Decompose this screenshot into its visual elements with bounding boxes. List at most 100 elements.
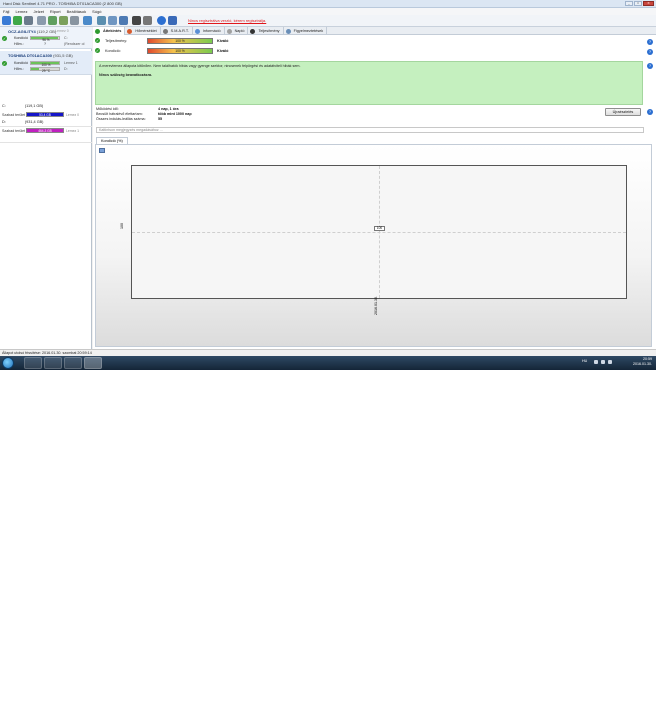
help-icon[interactable]: ? (647, 39, 653, 45)
menu-file[interactable]: Fájl (3, 8, 9, 15)
performance-status: Kiváló (217, 39, 229, 43)
volume-header: C: (119,1 GB) (2, 104, 44, 108)
tray-icon[interactable] (594, 360, 598, 364)
tab-temperature[interactable]: Hőmérséklet (125, 27, 161, 35)
title-bar[interactable]: Hard Disk Sentinel 4.71 PRO - TOSHIBA DT… (0, 0, 656, 8)
free-space-bar: 53,4 GB (26, 112, 64, 117)
smart-icon (162, 28, 168, 34)
maximize-button[interactable]: □ (634, 1, 642, 6)
condition-label: Kondíció: (105, 49, 121, 53)
status-note: A merevlemez állapota kitűnően. Nem talá… (95, 61, 643, 105)
tray-icon[interactable] (601, 360, 605, 364)
minimize-button[interactable]: _ (625, 1, 633, 6)
help-icon[interactable]: ? (647, 49, 653, 55)
free-space-bar: 464,3 GB (26, 128, 64, 133)
comment-field[interactable]: Kattintson megjegyzés megadásához ... (96, 127, 644, 133)
tab-information[interactable]: Információ (193, 27, 225, 35)
language-indicator[interactable]: HU (582, 359, 587, 363)
transfer-icon[interactable] (119, 16, 128, 25)
volume-header: D: (931,4 GB) (2, 120, 44, 124)
tab-condition-chart[interactable]: Kondíció (%) (96, 137, 128, 144)
check-icon: ✓ (2, 36, 7, 41)
log-icon (226, 28, 232, 34)
grid-line (379, 166, 380, 298)
refresh-button[interactable]: Újraészlelés (605, 108, 641, 116)
free-space-label: Szabad terület (2, 129, 26, 133)
condition-bar: 100 % (147, 48, 213, 54)
disk-stats: Működési idő: 4 nap, 1 óra Becsült hátra… (96, 107, 656, 127)
start-button[interactable] (2, 357, 14, 369)
check-icon: ✓ (2, 61, 7, 66)
dashboard-icon[interactable] (132, 16, 141, 25)
refresh-icon[interactable] (2, 16, 11, 25)
disk-entry-ocz[interactable]: OCZ-AGILITY4 (119,2 GB) Lemez 0 ✓ Kondíc… (0, 27, 92, 49)
tab-bar: Áttekintés Hőmérséklet S.M.A.R.T. Inform… (93, 27, 656, 35)
menu-report-flag[interactable]: Jelzet (33, 8, 43, 15)
status-note-action: Nincs szükség beavatkozásra. (99, 73, 153, 77)
disk-entry-toshiba[interactable]: TOSHIBA DT01ACA300 (931,5 GB) ✓ Kondíció… (0, 51, 92, 75)
temperature-bar: 29 °C (30, 67, 60, 73)
menu-report[interactable]: Riport (50, 8, 61, 15)
status-bar: Állapot utolsó frissítése: 2016.01.30. s… (0, 349, 656, 356)
mail-icon[interactable] (108, 16, 117, 25)
menu-help[interactable]: Súgó (92, 8, 101, 15)
y-tick-label: 100 (120, 223, 124, 229)
volume-disk: Lemez 1 (66, 129, 80, 133)
surface-icon[interactable] (59, 16, 68, 25)
explorer-icon[interactable] (24, 357, 42, 369)
condition-label: Kondíció (14, 36, 28, 40)
help-icon[interactable]: ? (647, 109, 653, 115)
info-icon[interactable] (70, 16, 79, 25)
condition-bar: 96 % (30, 36, 60, 42)
system-volume-note: (Rendszer ol (64, 42, 85, 46)
monitor-icon[interactable] (24, 16, 33, 25)
disk-title: TOSHIBA DT01ACA300 (931,5 GB) (8, 53, 73, 58)
performance-label: Teljesítmény: (105, 39, 128, 43)
status-text: Állapot utolsó frissítése: 2016.01.30. s… (2, 351, 92, 355)
taskbar: HU 20:59 2016.01.30. (0, 356, 656, 370)
tab-log[interactable]: Napló (225, 27, 249, 35)
volume-icon[interactable] (608, 360, 612, 364)
menu-disk[interactable]: Lemez (15, 8, 27, 15)
disk-title: OCZ-AGILITY4 (119,2 GB) (8, 29, 57, 34)
condition-status: Kiváló (217, 49, 229, 53)
condition-row: ✓ Kondíció: 100 % Kiváló (95, 47, 643, 56)
registration-warning[interactable]: Nincs regisztrálva verzió, kérem regiszt… (188, 18, 266, 23)
disk-icon[interactable] (37, 16, 46, 25)
tab-overview[interactable]: Áttekintés (93, 27, 126, 35)
menu-settings[interactable]: Beállítások (67, 8, 87, 15)
volume-letter: C: (64, 36, 68, 40)
about-icon[interactable] (168, 16, 177, 25)
menu-bar: Fájl Lemez Jelzet Riport Beállítások Súg… (0, 8, 656, 15)
help-icon[interactable] (157, 16, 166, 25)
chrome-icon[interactable] (44, 357, 62, 369)
test-icon[interactable] (48, 16, 57, 25)
stat-value: 55 (158, 117, 163, 121)
tab-smart[interactable]: S.M.A.R.T. (161, 27, 193, 35)
information-icon (194, 28, 200, 34)
help-icon[interactable]: ? (647, 63, 653, 69)
tab-alerts[interactable]: Figyelmeztetések (284, 27, 328, 35)
close-button[interactable]: ✕ (643, 1, 654, 6)
volume-disk: Lemez 0 (66, 113, 80, 117)
stat-label: Összes indulás-leállás száma: (96, 117, 146, 121)
window-controls: _ □ ✕ (625, 1, 654, 6)
stat-value: 4 nap, 1 óra (158, 107, 179, 111)
go-icon[interactable] (13, 16, 22, 25)
app-icon[interactable] (64, 357, 82, 369)
hdsentinel-taskbar-icon[interactable] (84, 357, 102, 369)
check-icon: ✓ (95, 48, 100, 53)
tray-icons (594, 360, 612, 364)
volume-d[interactable]: D: (931,4 GB) Szabad terület 464,3 GB Le… (0, 119, 92, 143)
volume-letter: D: (64, 67, 68, 71)
condition-label: Kondíció (14, 61, 28, 65)
send-icon[interactable] (97, 16, 106, 25)
gear-icon[interactable] (143, 16, 152, 25)
stat-label: Működési idő: (96, 107, 119, 111)
clock[interactable]: 20:59 2016.01.30. (633, 357, 652, 367)
tab-performance[interactable]: Teljesítmény (248, 27, 284, 35)
free-space-label: Szabad terület (2, 113, 26, 117)
stat-value: több mint 1000 nap (158, 112, 192, 116)
zoom-icon[interactable] (99, 148, 105, 153)
report-icon[interactable] (83, 16, 92, 25)
